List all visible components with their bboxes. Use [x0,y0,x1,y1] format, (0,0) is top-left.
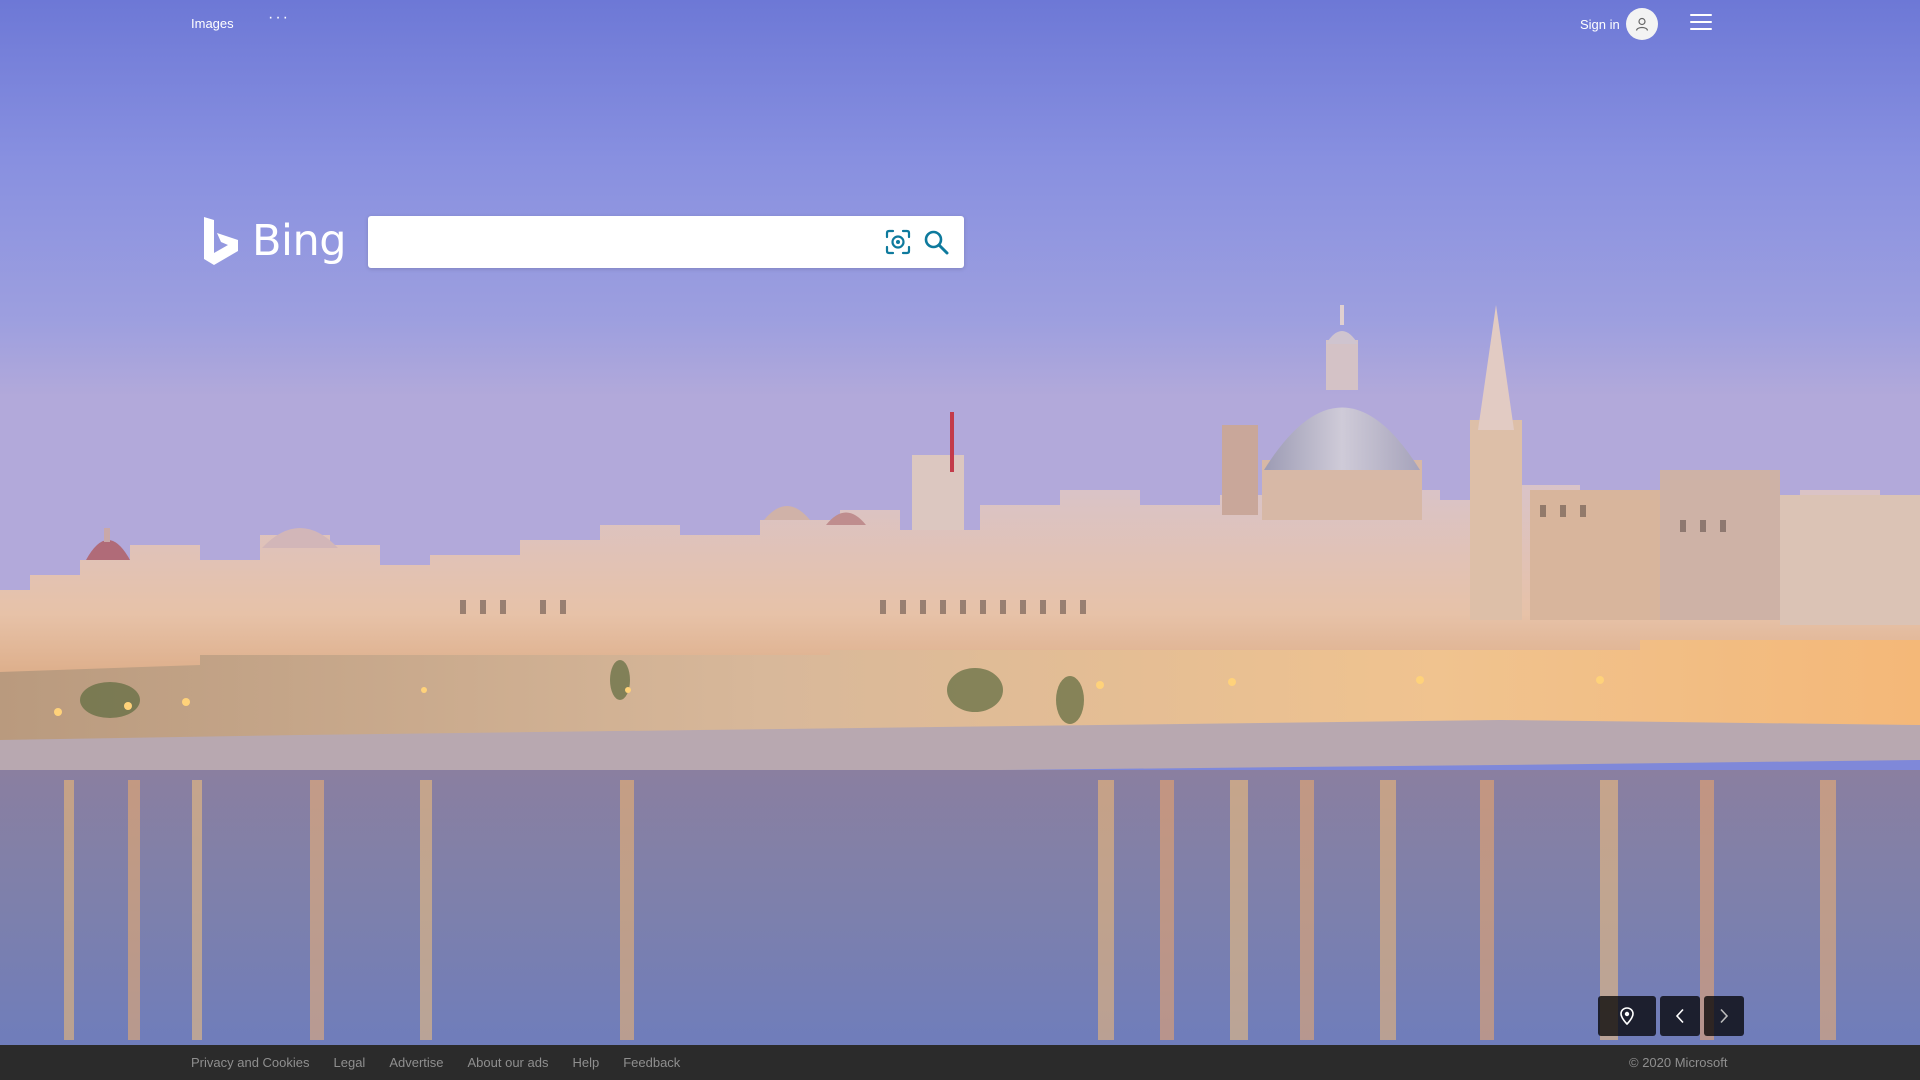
visual-search-icon[interactable] [884,228,912,256]
footer-link-help[interactable]: Help [572,1055,599,1070]
footer-link-advertise[interactable]: Advertise [389,1055,443,1070]
next-image-button[interactable] [1704,996,1744,1036]
location-pin-icon [1620,1007,1634,1025]
search-icon[interactable] [922,228,950,256]
footer-link-feedback[interactable]: Feedback [623,1055,680,1070]
search-input[interactable] [380,224,860,260]
footer-link-legal[interactable]: Legal [334,1055,366,1070]
user-icon [1625,8,1658,40]
footer-link-about-ads[interactable]: About our ads [468,1055,549,1070]
bing-logo-icon [204,217,238,265]
sign-in-label: Sign in [1580,16,1620,32]
chevron-left-icon [1675,1008,1684,1024]
top-bar: Images ··· Sign in [0,0,1920,46]
more-menu-button[interactable]: ··· [268,9,290,27]
image-location-button[interactable] [1598,996,1656,1036]
footer-link-privacy[interactable]: Privacy and Cookies [191,1055,310,1070]
background-image [0,0,1920,1045]
search-box [368,216,964,268]
previous-image-button[interactable] [1660,996,1700,1036]
footer-links: Privacy and Cookies Legal Advertise Abou… [191,1055,680,1070]
nav-item-images[interactable]: Images [191,16,234,31]
copyright-text: © 2020 Microsoft [1629,1055,1728,1070]
hamburger-menu-icon[interactable] [1690,14,1712,30]
sign-in-button[interactable]: Sign in [1580,8,1658,40]
bing-wordmark: Bing [252,216,347,266]
chevron-right-icon [1720,1008,1729,1024]
footer: Privacy and Cookies Legal Advertise Abou… [0,1045,1920,1080]
bing-logo[interactable]: Bing [202,215,347,267]
